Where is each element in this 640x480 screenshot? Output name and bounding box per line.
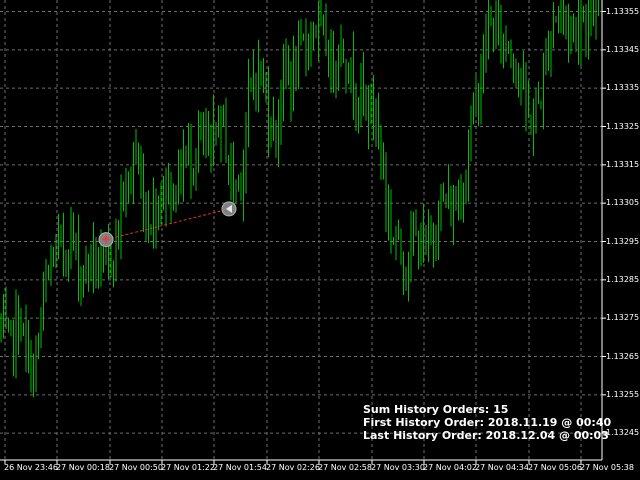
- time-label: 27 Nov 03:30: [371, 463, 425, 472]
- time-label: 27 Nov 05:38: [580, 463, 634, 472]
- price-label: 1.13265: [606, 351, 640, 361]
- price-label: 1.13315: [606, 159, 640, 169]
- buy-marker-glyph: ✚: [102, 236, 110, 246]
- time-label: 27 Nov 00:50: [109, 463, 163, 472]
- price-label: 1.13275: [606, 313, 640, 323]
- price-label: 1.13345: [606, 44, 640, 54]
- price-label: 1.13285: [606, 274, 640, 284]
- time-label: 27 Nov 04:34: [475, 463, 529, 472]
- time-label: 27 Nov 04:02: [423, 463, 477, 472]
- time-label: 26 Nov 23:46: [4, 463, 58, 472]
- time-label: 27 Nov 00:18: [56, 463, 110, 472]
- chart-grid: [0, 0, 602, 460]
- price-label: 1.13245: [606, 428, 640, 438]
- time-label: 27 Nov 02:26: [266, 463, 320, 472]
- sum-history-orders: Sum History Orders: 15: [363, 403, 509, 416]
- history-info-panel: Sum History Orders: 15 First History Ord…: [363, 403, 612, 442]
- time-label: 27 Nov 02:58: [318, 463, 372, 472]
- price-label: 1.13355: [606, 6, 640, 16]
- time-label: 27 Nov 05:06: [528, 463, 582, 472]
- price-label: 1.13255: [606, 389, 640, 399]
- time-label: 27 Nov 01:54: [213, 463, 267, 472]
- last-history-order: Last History Order: 2018.12.04 @ 00:03: [363, 429, 609, 442]
- price-bars: [0, 0, 599, 398]
- order-connector-line: [105, 208, 230, 241]
- time-label: 27 Nov 01:22: [161, 463, 215, 472]
- price-chart[interactable]: ✚ 1.13355 1.13345 1.13335 1.13325 1.13315 1.1…: [0, 0, 640, 480]
- price-label: 1.13295: [606, 236, 640, 246]
- first-history-order: First History Order: 2018.11.19 @ 00:40: [363, 416, 612, 429]
- price-label: 1.13305: [606, 198, 640, 208]
- trade-orders[interactable]: ✚: [98, 201, 237, 248]
- buy-order-marker[interactable]: ✚: [98, 232, 114, 248]
- close-order-marker[interactable]: [221, 201, 237, 217]
- price-label: 1.13335: [606, 83, 640, 93]
- price-label: 1.13325: [606, 121, 640, 131]
